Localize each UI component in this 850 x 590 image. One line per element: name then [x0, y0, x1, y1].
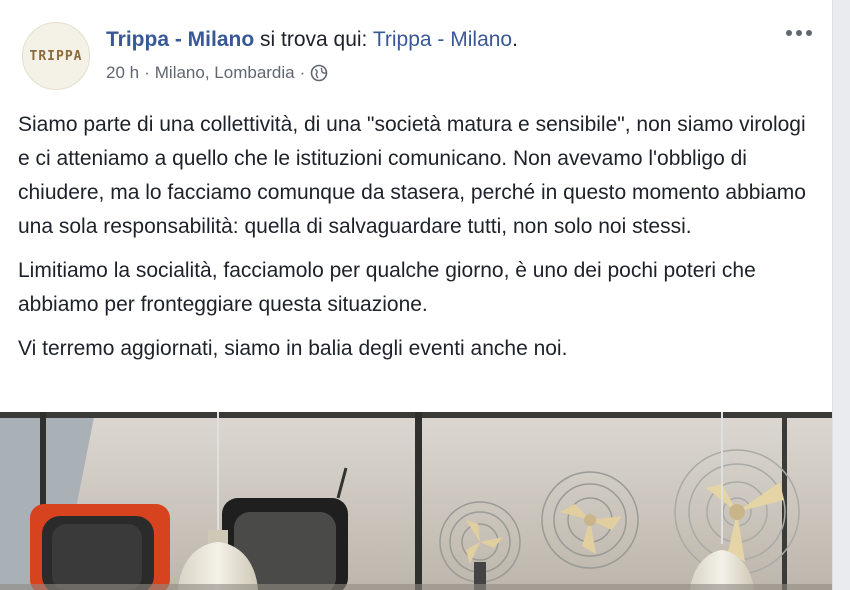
more-options-icon[interactable]: [786, 30, 812, 36]
post-header: Trippa - Milano si trova qui: Trippa - M…: [106, 28, 518, 52]
meta-separator: ·: [144, 63, 150, 82]
page-avatar[interactable]: TRIPPA: [22, 22, 90, 90]
post-card: TRIPPA Trippa - Milano si trova qui: Tri…: [0, 0, 833, 590]
avatar-logo-text: TRIPPA: [29, 48, 83, 64]
more-dot: [786, 30, 792, 36]
place-link[interactable]: Milano, Lombardia: [155, 63, 295, 83]
globe-icon[interactable]: [310, 64, 328, 82]
post-paragraph: Vi terremo aggiornati, siamo in balia de…: [18, 337, 568, 360]
post-paragraph: Siamo parte di una collettività, di una …: [18, 113, 806, 238]
header-period: .: [512, 28, 518, 51]
location-link[interactable]: Trippa - Milano: [373, 28, 512, 51]
post-photo[interactable]: [0, 412, 832, 590]
timestamp[interactable]: 20 h: [106, 63, 139, 83]
meta-separator: ·: [299, 63, 306, 82]
author-link[interactable]: Trippa - Milano: [106, 28, 254, 51]
more-dot: [796, 30, 802, 36]
more-dot: [806, 30, 812, 36]
checkin-text: si trova qui:: [254, 28, 373, 51]
post-body: Siamo parte di una collettività, di una …: [18, 108, 818, 376]
post-meta: 20 h · Milano, Lombardia ·: [106, 63, 328, 83]
post-paragraph: Limitiamo la socialità, facciamolo per q…: [18, 259, 756, 316]
